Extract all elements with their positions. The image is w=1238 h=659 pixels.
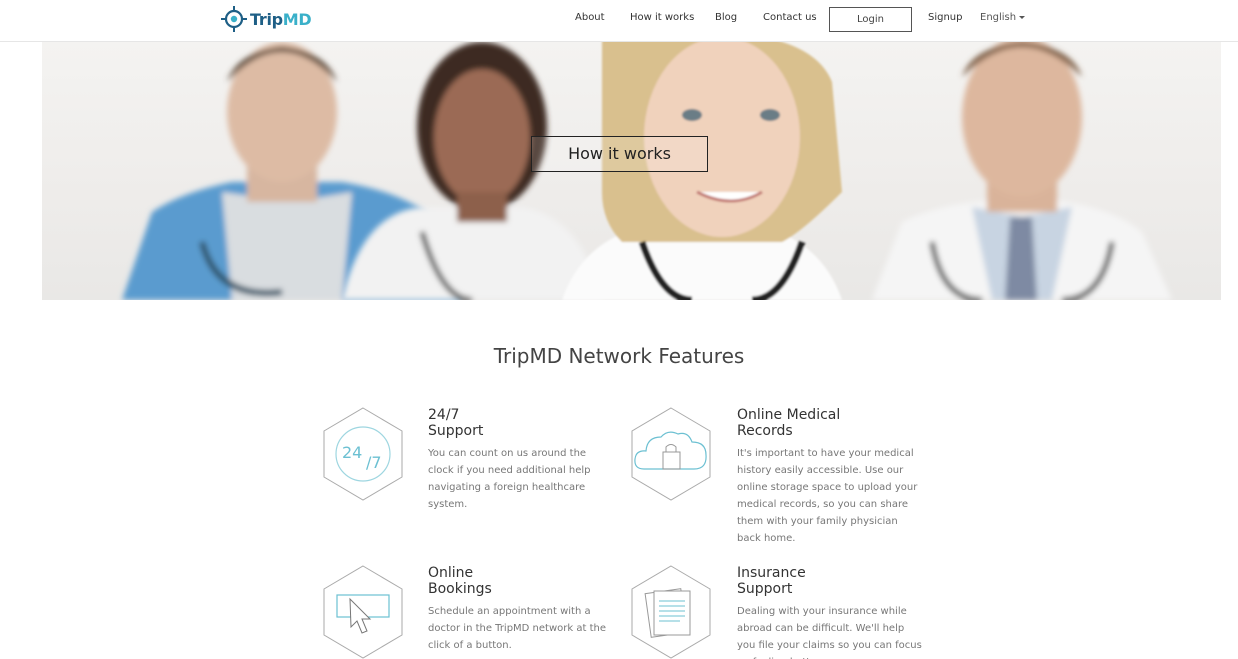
feature-heading-insurance: Insurance Support [737,565,937,597]
site-header: TripMD About How it works Blog Contact u… [0,0,1238,42]
logo-wordmark: TripMD [250,9,312,29]
feature-heading-line2: Records [737,423,793,439]
icon-text-7: /7 [366,453,382,472]
features-title: TripMD Network Features [493,344,745,368]
feature-heading-line1: Insurance [737,565,806,581]
cursor-click-icon [323,565,403,659]
login-button[interactable]: Login [829,7,912,32]
feature-heading-line1: Online Medical [737,407,841,423]
feature-desc-bookings: Schedule an appointment with a doctor in… [428,606,606,651]
documents-icon [631,565,711,659]
feature-heading-line2: Bookings [428,581,492,597]
feature-heading-24-7: 24/7 Support [428,407,628,439]
feature-desc-insurance: Dealing with your insurance while abroad… [737,606,922,659]
caret-down-icon [1019,15,1026,19]
feature-heading-line1: 24/7 [428,407,460,423]
nav-blog[interactable]: Blog [715,12,737,23]
feature-heading-bookings: Online Bookings [428,565,628,597]
language-selector[interactable]: English [980,12,1026,23]
cloud-lock-icon [631,407,711,501]
feature-desc-records: It's important to have your medical hist… [737,448,918,544]
tripmd-logo[interactable]: TripMD [221,5,312,33]
signup-link[interactable]: Signup [928,12,963,23]
nav-contact-us[interactable]: Contact us [763,12,817,23]
how-it-works-button[interactable]: How it works [531,136,708,172]
feature-desc-24-7: You can count on us around the clock if … [428,448,591,510]
nav-about[interactable]: About [575,12,605,23]
nav-how-it-works[interactable]: How it works [630,12,694,23]
compass-logo-icon [221,6,247,32]
language-label: English [980,12,1017,23]
logo-text-md: MD [282,9,312,29]
logo-text-trip: Trip [250,9,283,29]
feature-heading-line1: Online [428,565,474,581]
feature-heading-line2: Support [428,423,484,439]
24-7-icon: 24 /7 [323,407,403,501]
feature-heading-records: Online Medical Records [737,407,937,439]
hero-banner: How it works [42,42,1221,300]
feature-heading-line2: Support [737,581,793,597]
icon-text-24: 24 [342,443,362,462]
